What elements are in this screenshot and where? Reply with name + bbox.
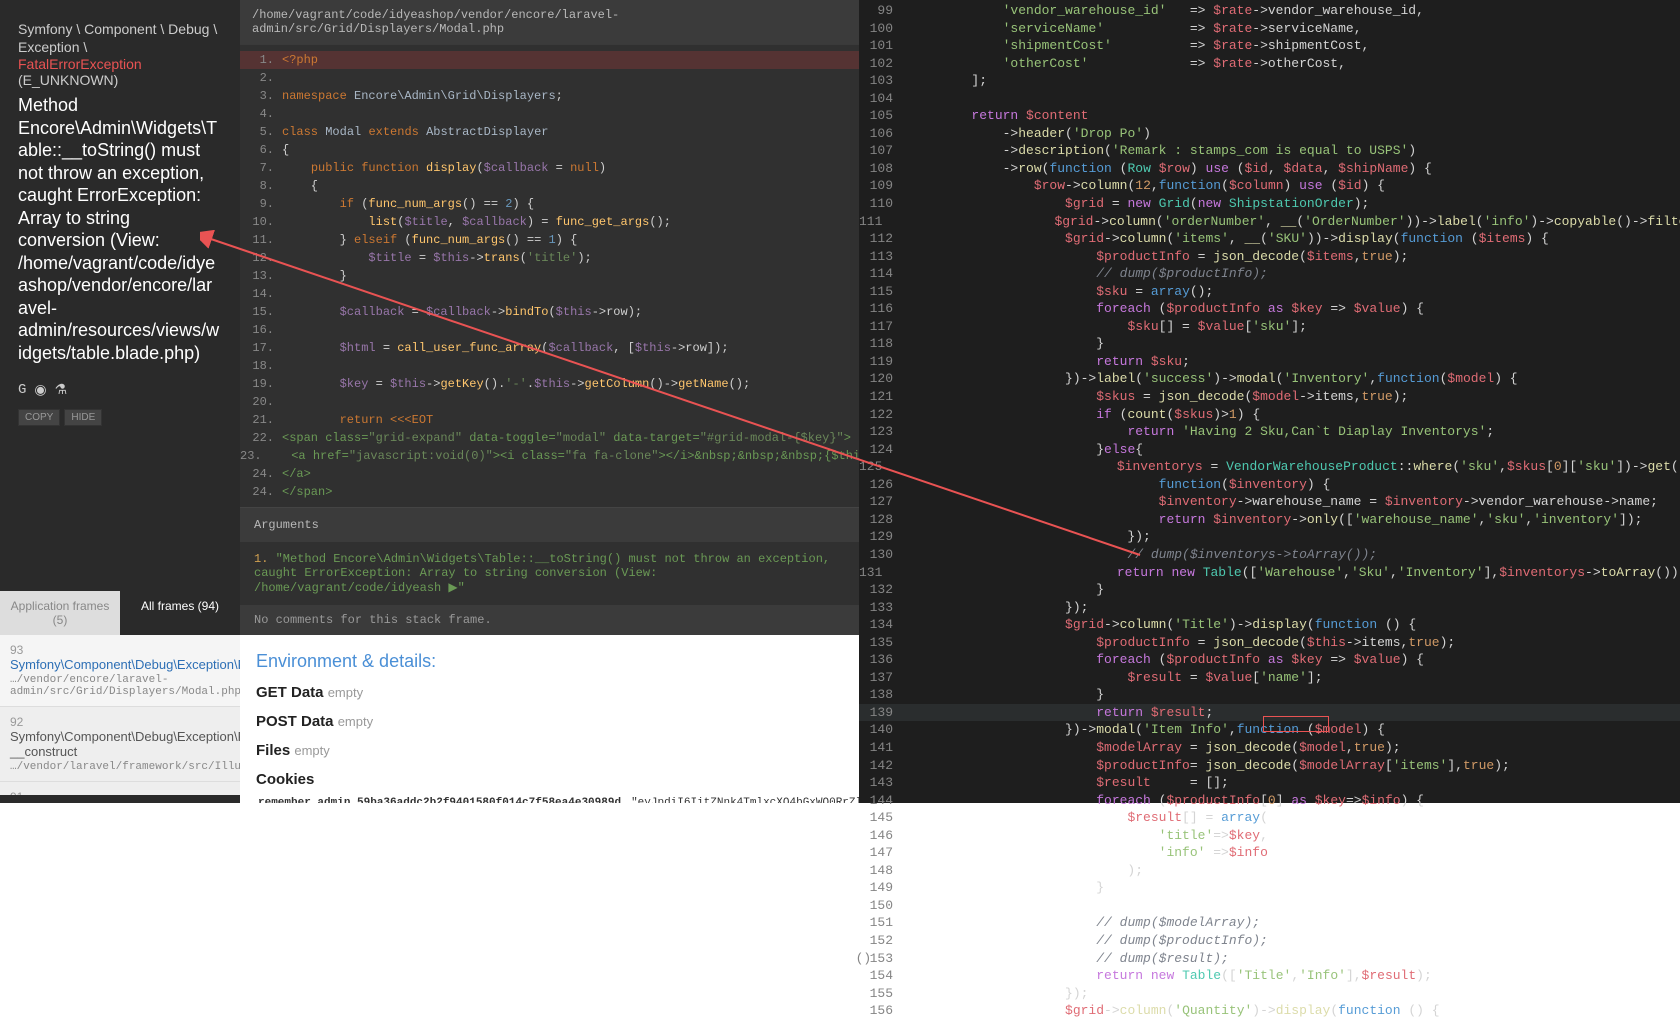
tab-application-frames[interactable]: Application frames (5)	[0, 591, 120, 635]
files-header: Files empty	[256, 742, 843, 759]
environment-title: Environment & details:	[256, 651, 843, 672]
stack-frame[interactable]: 91 Illuminate\Foundation\Bootstrap\Handl…	[0, 782, 240, 795]
environment-section: Environment & details: GET Data empty PO…	[240, 635, 859, 803]
exception-namespace: Symfony \ Component \ Debug \ Exception …	[18, 20, 222, 56]
cookies-table: remember_admin_59ba36addc2b2f9401580f014…	[256, 792, 859, 803]
stack-frame[interactable]: 93 Symfony\Component\Debug\Exception\Fat…	[0, 635, 240, 707]
stack-icon[interactable]: ⚗	[55, 382, 68, 399]
code-file-path: /home/vagrant/code/idyeashop/vendor/enco…	[240, 0, 859, 45]
get-data-header: GET Data empty	[256, 684, 843, 701]
hide-button[interactable]: HIDE	[64, 409, 102, 426]
stack-frame[interactable]: 92 Symfony\Component\Debug\Exception\Fat…	[0, 707, 240, 782]
exception-sidebar: Symfony \ Component \ Debug \ Exception …	[0, 0, 240, 803]
frames-tabs: Application frames (5) All frames (94)	[0, 591, 240, 635]
exception-message: Method Encore\Admin\Widgets\Table::__toS…	[18, 94, 222, 364]
code-panel: /home/vagrant/code/idyeashop/vendor/enco…	[240, 0, 859, 635]
copy-button[interactable]: COPY	[18, 409, 60, 426]
exception-actions: G ◉ ⚗	[0, 376, 240, 405]
frames-list[interactable]: 93 Symfony\Component\Debug\Exception\Fat…	[0, 635, 240, 795]
code-editor[interactable]: 99 'vendor_warehouse_id' => $rate->vendo…	[859, 0, 1680, 803]
table-row: remember_admin_59ba36addc2b2f9401580f014…	[258, 794, 859, 803]
tab-all-frames[interactable]: All frames (94)	[120, 591, 240, 635]
no-comments-label: No comments for this stack frame.	[240, 605, 859, 635]
post-data-header: POST Data empty	[256, 713, 843, 730]
source-code: 1.<?php 2. 3.namespace Encore\Admin\Grid…	[240, 45, 859, 507]
google-icon[interactable]: G	[18, 382, 26, 399]
globe-icon[interactable]: ◉	[34, 382, 46, 399]
arguments-header: Arguments	[240, 507, 859, 542]
main-content: /home/vagrant/code/idyeashop/vendor/enco…	[240, 0, 859, 803]
exception-code: (E_UNKNOWN)	[18, 72, 222, 88]
cookies-header: Cookies	[256, 771, 843, 788]
arguments-list: 1. "Method Encore\Admin\Widgets\Table::_…	[240, 542, 859, 605]
exception-class: FatalErrorException	[18, 56, 222, 72]
